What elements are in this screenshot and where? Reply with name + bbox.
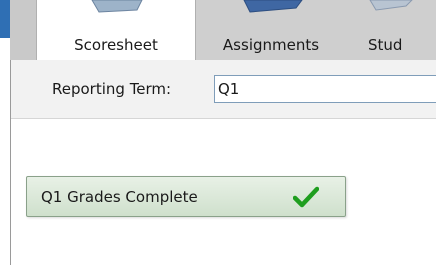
window-edge xyxy=(10,0,36,60)
reporting-term-label: Reporting Term: xyxy=(52,80,172,98)
students-tab-icon xyxy=(369,0,413,11)
window-edge-accent xyxy=(0,0,10,38)
tab-label: Assignments xyxy=(222,36,320,54)
tab-label: Scoresheet xyxy=(74,36,158,54)
tab-strip: Scoresheet Assignments Stud xyxy=(36,0,436,60)
tab-label: Stud xyxy=(368,36,403,54)
grades-complete-button[interactable]: Q1 Grades Complete xyxy=(26,176,346,217)
grades-complete-label: Q1 Grades Complete xyxy=(41,187,198,206)
tab-assignments[interactable]: Assignments xyxy=(196,0,346,60)
assignments-tab-icon xyxy=(243,0,303,13)
panel-border xyxy=(10,60,11,265)
scoresheet-tab-icon xyxy=(91,0,143,13)
tab-scoresheet[interactable]: Scoresheet xyxy=(36,0,196,60)
check-icon xyxy=(293,186,319,208)
reporting-term-input[interactable] xyxy=(214,75,436,103)
tab-students[interactable]: Stud xyxy=(346,0,436,60)
